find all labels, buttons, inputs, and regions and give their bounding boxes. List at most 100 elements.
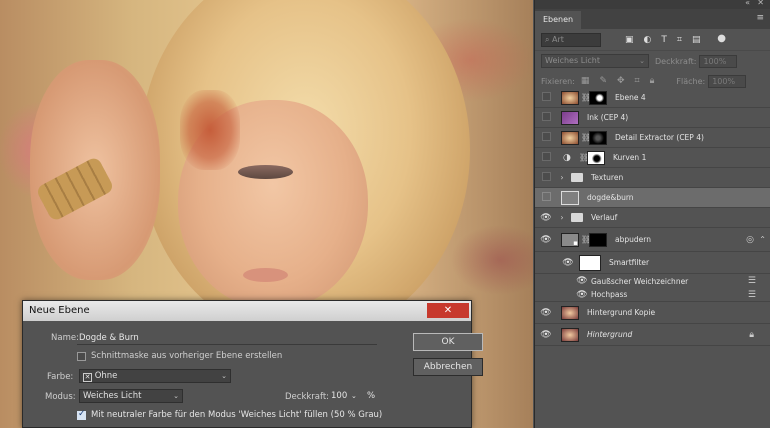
visibility-toggle[interactable] (541, 91, 551, 101)
smart-filter-row[interactable]: 👁︎ Smartfilter (535, 252, 770, 274)
layer-row[interactable]: 👁︎ Hintergrund 🔒︎ (535, 324, 770, 346)
photo-face-paint (180, 90, 240, 170)
name-input[interactable]: Dogde & Burn (79, 333, 139, 343)
filter-blend-options-icon[interactable]: ☰ (748, 276, 756, 286)
lock-image-icon[interactable]: ✎ (599, 76, 607, 86)
eye-icon[interactable]: 👁︎ (575, 290, 589, 300)
clip-mask-checkbox[interactable] (77, 352, 86, 361)
layer-name[interactable]: Texturen (591, 173, 623, 182)
chevron-up-icon[interactable]: ⌃ (759, 235, 766, 244)
layer-mask-thumbnail[interactable] (589, 130, 607, 145)
fill-label: Fläche: (676, 76, 706, 86)
adjustment-curves-icon: ◑ (563, 152, 571, 163)
panel-menu-icon[interactable]: ≡ (756, 13, 764, 23)
name-input-underline (77, 344, 377, 345)
eye-icon[interactable]: 👁︎ (535, 213, 557, 223)
layer-thumbnail (561, 110, 579, 125)
layer-name[interactable]: Detail Extractor (CEP 4) (615, 133, 704, 142)
eye-icon[interactable]: 👁︎ (535, 308, 557, 318)
layer-name[interactable]: Hochpass (591, 290, 627, 299)
filter-smartobject-icon[interactable]: ▤ (692, 35, 701, 45)
eye-icon[interactable]: 👁︎ (575, 276, 589, 286)
color-select[interactable]: ✕ Ohne ⌄ (79, 369, 231, 383)
tab-ebenen[interactable]: Ebenen (535, 11, 582, 29)
layer-thumbnail (561, 130, 579, 145)
filter-row[interactable]: 👁︎ Hochpass ☰ (535, 288, 770, 302)
layer-name[interactable]: Kurven 1 (613, 153, 646, 162)
layer-row[interactable]: 👁︎ Hintergrund Kopie (535, 302, 770, 324)
layer-name[interactable]: abpudern (615, 235, 651, 244)
link-icon: ⛓︎ (579, 153, 590, 162)
layer-group-row[interactable]: › Texturen (535, 168, 770, 188)
layer-name[interactable]: Hintergrund (587, 330, 632, 339)
filter-type-icon[interactable]: T (661, 35, 667, 45)
layer-row[interactable]: Ink (CEP 4) (535, 108, 770, 128)
folder-icon (571, 173, 583, 182)
neutral-fill-label: Mit neutraler Farbe für den Modus 'Weich… (91, 410, 383, 420)
chevron-right-icon[interactable]: › (557, 213, 567, 222)
color-value: Ohne (94, 371, 118, 381)
eye-icon[interactable]: 👁︎ (535, 235, 557, 245)
eye-icon[interactable]: 👁︎ (535, 330, 557, 340)
filter-kind-select[interactable]: ⌕ Art (541, 32, 601, 47)
close-button[interactable]: ✕ (427, 303, 469, 318)
visibility-toggle[interactable] (541, 111, 551, 121)
chevron-right-icon[interactable]: › (557, 173, 567, 182)
chevron-down-icon[interactable]: ⌄ (351, 390, 357, 403)
close-panel-icon[interactable]: ✕ (757, 0, 764, 7)
layer-list: ⛓︎ Ebene 4 Ink (CEP 4) ⛓︎ Detail Extract… (535, 88, 770, 346)
layer-name[interactable]: Ebene 4 (615, 93, 646, 102)
layer-row-selected[interactable]: dogde&burn (535, 188, 770, 208)
layer-name[interactable]: Smartfilter (609, 258, 649, 267)
eye-icon[interactable]: 👁︎ (557, 258, 579, 268)
layer-thumbnail (561, 90, 579, 105)
layer-filter-row: ⌕ Art ▣ ◐ T ⌗ ▤ ● (535, 29, 770, 51)
layer-row[interactable]: 👁︎ ▪ ⛓︎ abpudern ◎ ⌃ (535, 228, 770, 252)
dialog-titlebar[interactable]: Neue Ebene ✕ (23, 301, 471, 321)
layers-panel: « ✕ Ebenen ≡ ⌕ Art ▣ ◐ T ⌗ ▤ ● Weiches L… (534, 0, 770, 428)
lock-artboard-icon[interactable]: ⌗ (635, 76, 640, 86)
visibility-toggle[interactable] (541, 191, 551, 201)
filter-blend-options-icon[interactable]: ☰ (748, 290, 756, 300)
layer-mask-thumbnail[interactable] (589, 90, 607, 105)
cancel-button[interactable]: Abbrechen (413, 358, 483, 376)
filter-toggle-icon[interactable]: ● (717, 33, 726, 44)
lock-all-icon[interactable]: 🔒︎ (650, 76, 655, 86)
link-icon: ⛓︎ (581, 93, 592, 102)
filter-shape-icon[interactable]: ⌗ (677, 35, 682, 45)
layer-mask-thumbnail[interactable] (589, 232, 607, 247)
layer-row[interactable]: ◑ ⛓︎ Kurven 1 (535, 148, 770, 168)
collapse-icon[interactable]: « (745, 0, 750, 7)
blend-mode-select[interactable]: Weiches Licht ⌄ (541, 54, 649, 68)
layer-name[interactable]: dogde&burn (587, 193, 634, 202)
neutral-fill-checkbox[interactable] (77, 409, 86, 420)
photo-eye (238, 165, 293, 179)
smart-filter-mask-thumbnail[interactable] (579, 254, 601, 271)
layer-row[interactable]: ⛓︎ Detail Extractor (CEP 4) (535, 128, 770, 148)
filter-pixel-icon[interactable]: ▣ (625, 35, 634, 45)
filter-row[interactable]: 👁︎ Gaußscher Weichzeichner ☰ (535, 274, 770, 288)
smart-filter-indicator-icon[interactable]: ◎ (746, 235, 754, 245)
layer-row[interactable]: ⛓︎ Ebene 4 (535, 88, 770, 108)
layer-name[interactable]: Gaußscher Weichzeichner (591, 277, 688, 286)
lock-position-icon[interactable]: ✥ (617, 76, 625, 86)
layer-mask-thumbnail[interactable] (587, 150, 605, 165)
fill-input[interactable]: 100% (708, 74, 747, 88)
no-color-icon: ✕ (83, 373, 92, 382)
mode-select[interactable]: Weiches Licht ⌄ (79, 389, 183, 403)
filter-adjustment-icon[interactable]: ◐ (644, 35, 652, 45)
opacity-input[interactable]: 100 (331, 390, 347, 403)
layer-group-row[interactable]: 👁︎ › Verlauf (535, 208, 770, 228)
visibility-toggle[interactable] (541, 151, 551, 161)
layer-name[interactable]: Ink (CEP 4) (587, 113, 628, 122)
layer-name[interactable]: Hintergrund Kopie (587, 308, 655, 317)
visibility-toggle[interactable] (541, 131, 551, 141)
ok-button[interactable]: OK (413, 333, 483, 351)
visibility-toggle[interactable] (541, 171, 551, 181)
layer-thumbnail (561, 190, 579, 205)
new-layer-dialog: Neue Ebene ✕ Name: Dogde & Burn Schnittm… (22, 300, 483, 428)
lock-transparency-icon[interactable]: ▦ (581, 76, 590, 86)
layer-name[interactable]: Verlauf (591, 213, 617, 222)
chevron-down-icon: ⌄ (221, 372, 227, 380)
opacity-input[interactable]: 100% (699, 54, 738, 68)
